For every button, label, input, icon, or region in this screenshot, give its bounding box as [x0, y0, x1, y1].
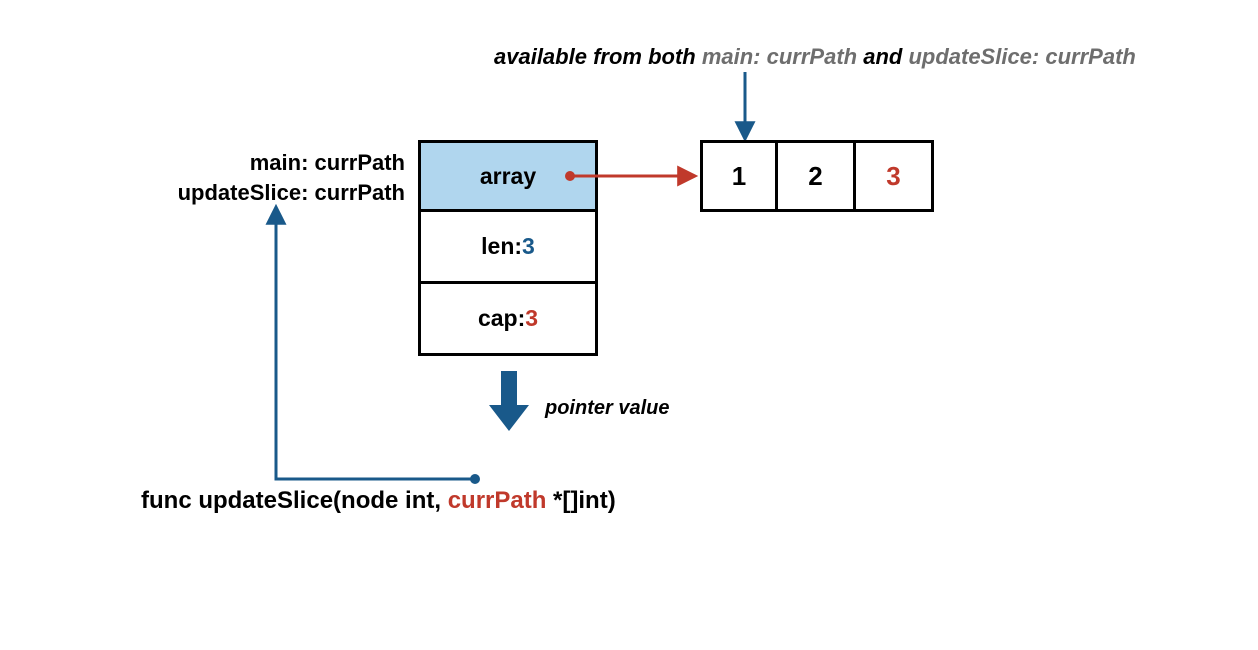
array-cell-2: 3 [856, 140, 934, 212]
array-cell-1: 2 [778, 140, 856, 212]
slice-len-label: len: [481, 233, 522, 260]
variable-labels: main: currPath updateSlice: currPath [130, 148, 405, 207]
annotation-main-currpath: main: currPath [702, 44, 857, 69]
annotation-and: and [857, 44, 908, 69]
label-main-currpath: main: currPath [130, 148, 405, 178]
slice-array-label: array [480, 163, 536, 190]
annotation-updateslice-currpath: updateSlice: currPath [908, 44, 1135, 69]
pointer-value-label: pointer value [545, 397, 669, 420]
slice-cap-label: cap: [478, 305, 525, 332]
backing-array: 1 2 3 [700, 140, 934, 212]
top-annotation: available from both main: currPath and u… [494, 44, 1136, 70]
arrow-slice-to-array [564, 166, 704, 191]
annotation-lead: available from both [494, 44, 702, 69]
fn-post: *[]int) [546, 487, 615, 514]
array-cell-0: 1 [700, 140, 778, 212]
slice-len-value: 3 [522, 233, 535, 260]
slice-cap-value: 3 [525, 305, 538, 332]
arrow-fn-to-labels [265, 200, 485, 495]
pointer-value-arrow [487, 371, 531, 438]
